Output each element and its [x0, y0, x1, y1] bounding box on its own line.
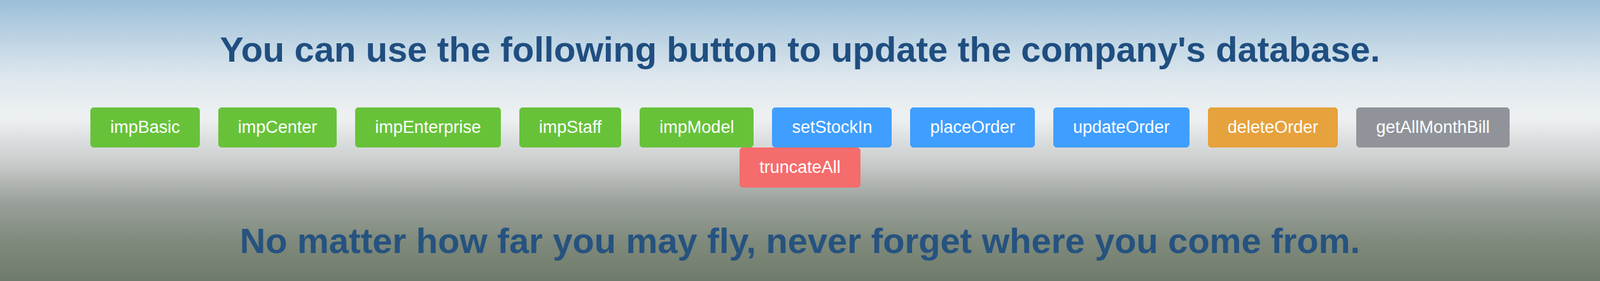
action-button[interactable]: deleteOrder	[1207, 107, 1339, 148]
action-button[interactable]: setStockIn	[771, 107, 892, 148]
action-button[interactable]: impStaff	[519, 107, 622, 148]
action-button[interactable]: impModel	[639, 107, 754, 148]
action-button[interactable]: getAllMonthBill	[1356, 107, 1510, 148]
action-button[interactable]: updateOrder	[1053, 107, 1190, 148]
action-button[interactable]: impBasic	[90, 107, 200, 148]
action-button[interactable]: truncateAll	[739, 147, 861, 188]
action-button[interactable]: impCenter	[218, 107, 338, 148]
action-button[interactable]: impEnterprise	[355, 107, 501, 148]
background-photo: You can use the following button to upda…	[0, 0, 1600, 281]
page-heading: You can use the following button to upda…	[0, 28, 1600, 71]
button-bar: impBasic impCenter impEnterprise impStaff im…	[0, 107, 1600, 188]
quote-text: No matter how far you may fly, never for…	[0, 219, 1600, 263]
action-button[interactable]: placeOrder	[910, 107, 1035, 148]
